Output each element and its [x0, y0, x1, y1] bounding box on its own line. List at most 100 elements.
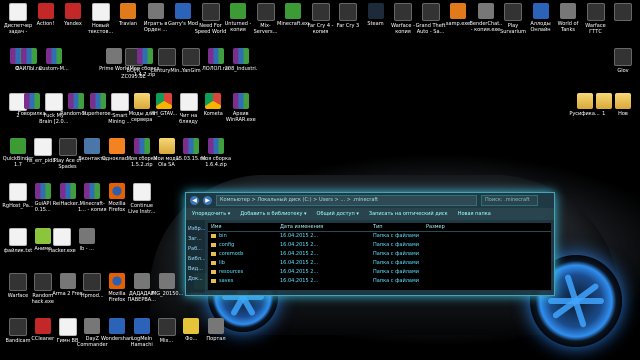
hamachi-icon [133, 318, 150, 334]
table-row[interactable]: coremods 16.04.2015 2... Папка с файлами [208, 250, 551, 259]
column-type[interactable]: Тип [370, 223, 423, 231]
doc-icon [132, 183, 151, 201]
explorer-window[interactable]: ◀ ▶ Компьютер > Локальный диск (C:) > Us… [185, 192, 555, 296]
search-input[interactable]: Поиск: .minecraft [481, 195, 538, 206]
rar-icon [208, 48, 224, 64]
file-name: config [219, 242, 235, 248]
desktop-icon[interactable]: Custom-M... [38, 48, 70, 90]
nav-item-documents[interactable]: Док... [186, 274, 205, 284]
rar-icon [133, 138, 150, 154]
desktop-icon[interactable]: Нов [607, 93, 639, 135]
table-row[interactable]: resources 16.04.2015 2... Папка с файлами [208, 268, 551, 277]
file-name: coremods [219, 251, 244, 257]
bandicam-icon [9, 318, 27, 336]
nfs-icon [201, 3, 220, 21]
new-folder-button[interactable]: Новая папка [458, 211, 491, 217]
nav-item-favorites[interactable]: Избр... [186, 224, 205, 234]
desktop-icon-label: Архив WinRAR.exe [225, 111, 256, 123]
nav-item-videos[interactable]: Вид... [186, 264, 205, 274]
column-name[interactable]: Имя [208, 223, 277, 231]
game-icon [120, 3, 136, 19]
doc-icon [91, 3, 110, 21]
desktop-icon-label: Continue Live Instr... [128, 203, 156, 215]
burn-button[interactable]: Записать на оптический диск [369, 211, 448, 217]
action-icon [37, 3, 54, 19]
desktop-icon[interactable]: Continue Live Instr... [126, 183, 158, 225]
desktop-icon[interactable]: 208_Industri... [225, 48, 257, 90]
rar-icon [232, 93, 249, 109]
column-size[interactable]: Размер [423, 223, 466, 231]
file-name: saves [219, 278, 234, 284]
address-bar[interactable]: Компьютер > Локальный диск (C:) > Users … [216, 195, 477, 206]
steam-icon [367, 3, 384, 19]
rar-icon [84, 183, 101, 199]
add-to-library-button[interactable]: Добавить в библиотеку ▾ [240, 211, 306, 217]
nav-item-libraries[interactable]: Библ... [186, 254, 205, 264]
desktop-icon-label: Glov [617, 68, 629, 74]
forward-button[interactable]: ▶ [203, 196, 212, 205]
desktop-icon[interactable]: Glov [607, 48, 639, 90]
game-icon [147, 3, 164, 19]
desktop-icon-label: IMG_20150... [150, 291, 183, 297]
table-row[interactable]: saves 16.04.2015 2... Папка с файлами [208, 277, 551, 286]
doc-icon [9, 228, 27, 246]
doc-icon [183, 318, 200, 334]
gta-icon [421, 3, 440, 21]
desktop-icon-label: Портал [206, 336, 226, 342]
file-date: 16.04.2015 2... [280, 233, 319, 239]
nav-item-desktop[interactable]: Раб... [186, 244, 205, 254]
doc-icon [9, 183, 27, 201]
table-row[interactable]: bin 16.04.2015 2... Папка с файлами [208, 232, 551, 241]
organize-button[interactable]: Упорядочить ▾ [192, 211, 230, 217]
file-type: Папка с файлами [373, 242, 419, 248]
desktop-icon-label: Ib - ... [79, 246, 94, 252]
warface-icon [9, 273, 27, 291]
file-name: bin [219, 233, 227, 239]
mc-icon [157, 48, 176, 66]
desktop-icon[interactable]: Архив WinRAR.exe [225, 93, 257, 135]
csgo-icon [586, 3, 605, 21]
file-type: Папка с файлами [373, 278, 419, 284]
file-type: Папка с файлами [373, 233, 419, 239]
chrome-icon [205, 93, 222, 109]
desktop-icon[interactable]: Портал [200, 318, 232, 360]
rar-icon [232, 48, 249, 64]
folder-icon [256, 3, 275, 21]
ccleaner-icon [34, 318, 51, 334]
folder-icon [615, 93, 631, 109]
minecraft-icon [285, 3, 301, 19]
file-date: 16.04.2015 2... [280, 269, 319, 275]
back-button[interactable]: ◀ [190, 196, 199, 205]
share-button[interactable]: Общий доступ ▾ [317, 211, 359, 217]
file-type: Папка с файлами [373, 260, 419, 266]
explorer-titlebar[interactable]: ◀ ▶ Компьютер > Локальный диск (C:) > Us… [186, 193, 554, 208]
ace-icon [58, 138, 77, 156]
nav-item-downloads[interactable]: Заг... [186, 234, 205, 244]
file-date: 16.04.2015 2... [280, 278, 319, 284]
desktop: Диспетчер задач - WinR...Action!YandexНо… [0, 0, 640, 360]
file-name: resources [219, 269, 244, 275]
desktop-icon[interactable]: Моя сборка 1.6.4.zip [200, 138, 232, 180]
table-row[interactable]: config 16.04.2015 2... Папка с файлами [208, 241, 551, 250]
doc-icon [9, 3, 27, 21]
desktop-icon[interactable] [607, 3, 639, 45]
unturned-icon [230, 3, 246, 19]
doc-icon [614, 48, 632, 66]
table-row[interactable]: lib 16.04.2015 2... Папка с файлами [208, 259, 551, 268]
desktop-icon[interactable]: IMG_20150... [151, 273, 183, 315]
desktop-icon-label: Нов [618, 111, 628, 117]
warface-icon [394, 3, 412, 21]
farcry-icon [339, 3, 357, 21]
column-date[interactable]: Дата изменения [277, 223, 370, 231]
farcry-icon [311, 3, 330, 21]
wondershare-icon [109, 318, 125, 334]
file-name: lib [219, 260, 225, 266]
desktop-icon[interactable]: Ib - ... [71, 228, 103, 270]
folder-icon [614, 3, 632, 21]
doc-icon [33, 138, 52, 156]
doc-icon [83, 273, 102, 291]
vk-icon [84, 138, 101, 154]
yandex-icon [65, 3, 81, 19]
rar-icon [208, 138, 224, 154]
arma-icon [59, 273, 76, 289]
